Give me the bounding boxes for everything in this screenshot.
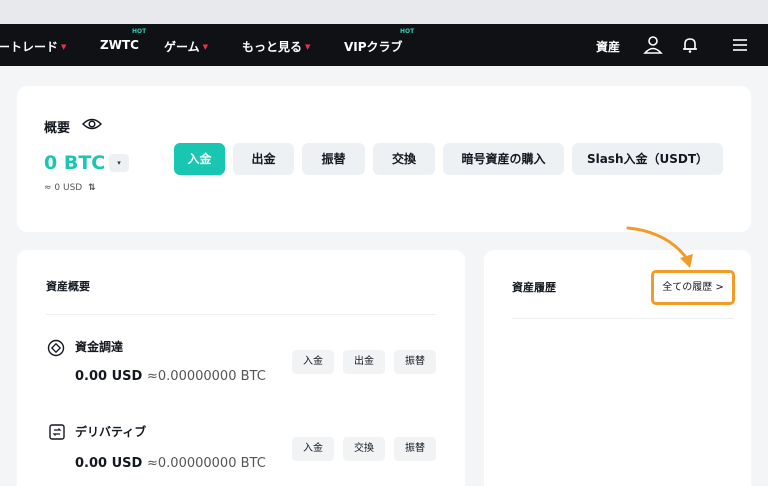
derivatives-deposit-button[interactable]: 入金 (292, 437, 334, 461)
bell-icon[interactable] (679, 34, 701, 56)
slash-deposit-button[interactable]: Slash入金（USDT） (572, 143, 723, 175)
exchange-button[interactable]: 交換 (373, 143, 435, 175)
highlight-arrow (626, 226, 693, 268)
caret-down-icon: ▼ (305, 43, 311, 51)
account-btc-derivatives: ≈0.00000000 BTC (147, 456, 266, 471)
divider (46, 314, 436, 315)
asset-summary-title: 資産概要 (46, 280, 90, 293)
funding-icon (47, 339, 65, 357)
top-navbar: ートレード ▼ HOT ZWTC ゲーム ▼ もっと見る ▼ HOT VIPクラブ 資… (0, 24, 768, 66)
deposit-button[interactable]: 入金 (174, 143, 225, 175)
caret-down-icon: ▼ (61, 43, 67, 51)
funding-deposit-button[interactable]: 入金 (292, 350, 334, 374)
approx-usd: ≈ 0 USD ⇅ (44, 183, 96, 193)
account-usd-funding: 0.00 USD (75, 369, 143, 384)
divider (512, 318, 734, 319)
account-name-derivatives: デリバティブ (75, 425, 147, 439)
asset-history-title: 資産履歴 (512, 281, 556, 294)
nav-item-more[interactable]: もっと見る ▼ (242, 38, 310, 55)
approx-usd-text: ≈ 0 USD (44, 183, 83, 193)
hot-badge: HOT (132, 28, 147, 35)
account-usd-derivatives: 0.00 USD (75, 456, 143, 471)
account-name-funding: 資金調達 (75, 340, 124, 354)
derivatives-transfer-button[interactable]: 振替 (394, 437, 436, 461)
nav-item-label: ートレード (0, 40, 59, 54)
browser-top-strip (0, 0, 768, 24)
currency-dropdown[interactable]: ▾ (109, 154, 129, 172)
hot-badge: HOT (400, 28, 415, 35)
user-icon[interactable] (642, 34, 664, 56)
withdraw-button[interactable]: 出金 (233, 143, 294, 175)
nav-item-label: もっと見る (242, 40, 303, 54)
account-btc-funding: ≈0.00000000 BTC (147, 369, 266, 384)
funding-transfer-button[interactable]: 振替 (394, 350, 436, 374)
overview-title: 概要 (44, 121, 71, 136)
nav-item-label: ゲーム (164, 40, 200, 54)
derivatives-icon (49, 424, 65, 440)
all-history-link[interactable]: 全ての履歴 > (651, 270, 735, 305)
menu-icon[interactable] (729, 34, 751, 56)
nav-item-label: ZWTC (100, 38, 139, 52)
eye-icon[interactable] (82, 116, 102, 132)
balance-value: 0 BTC (44, 152, 106, 174)
nav-item-game[interactable]: ゲーム ▼ (164, 38, 208, 55)
nav-item-label: VIPクラブ (344, 40, 403, 54)
caret-down-icon: ▼ (202, 43, 209, 51)
nav-item-trade[interactable]: ートレード ▼ (0, 38, 66, 55)
nav-item-zwtc[interactable]: HOT ZWTC (100, 28, 146, 52)
buy-crypto-button[interactable]: 暗号資産の購入 (443, 143, 564, 175)
derivatives-exchange-button[interactable]: 交換 (343, 437, 385, 461)
nav-item-vip[interactable]: HOT VIPクラブ (344, 28, 414, 55)
swap-icon[interactable]: ⇅ (88, 183, 96, 193)
transfer-button[interactable]: 振替 (302, 143, 365, 175)
nav-assets-link[interactable]: 資産 (596, 38, 620, 55)
funding-withdraw-button[interactable]: 出金 (343, 350, 385, 374)
